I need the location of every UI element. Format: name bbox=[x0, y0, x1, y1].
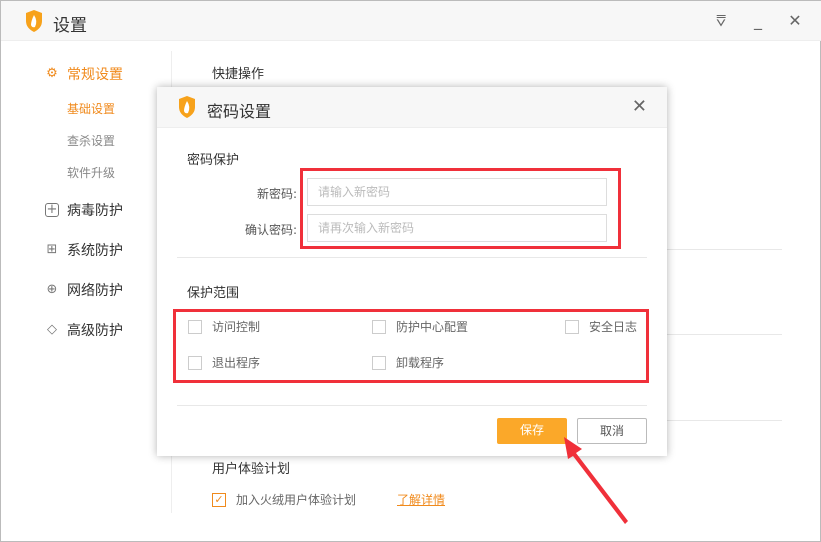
quick-ops-title: 快捷操作 bbox=[212, 67, 265, 82]
checkbox-label: 访问控制 bbox=[212, 320, 261, 334]
scope-security-log[interactable]: 安全日志 bbox=[565, 318, 637, 335]
sidebar-item-label: 高级防护 bbox=[67, 323, 123, 339]
sidebar-item-scan[interactable]: 查杀设置 bbox=[67, 132, 115, 149]
checkbox bbox=[565, 319, 579, 334]
checkbox bbox=[188, 355, 202, 370]
dialog-header: 密码设置 ✕ bbox=[157, 87, 667, 128]
confirm-password-input[interactable] bbox=[307, 214, 607, 242]
ux-plan-checkbox[interactable]: ✓ 加入火绒用户体验计划 bbox=[212, 491, 356, 508]
globe-icon: ⊕ bbox=[46, 282, 58, 297]
sidebar-item-label: 系统防护 bbox=[67, 243, 123, 259]
dropdown-menu-icon[interactable]: ⩢ bbox=[711, 11, 731, 31]
sidebar-item-general[interactable]: ⚙ 常规设置 bbox=[45, 64, 123, 84]
settings-window: 设置 ⩢ _ ✕ ⚙ 常规设置 基础设置 查杀设置 软件升级 + 病毒防护 ⊞ 系统防… bbox=[0, 0, 821, 542]
sidebar-item-label: 网络防护 bbox=[67, 283, 123, 299]
sidebar-item-virus[interactable]: + 病毒防护 bbox=[45, 200, 123, 220]
checkbox-label: 退出程序 bbox=[212, 356, 261, 370]
checkbox-label: 安全日志 bbox=[589, 320, 638, 334]
checkbox-label: 加入火绒用户体验计划 bbox=[236, 493, 357, 507]
sidebar-item-upgrade[interactable]: 软件升级 bbox=[67, 164, 115, 181]
scope-section-title: 保护范围 bbox=[187, 286, 240, 301]
sidebar-item-basic[interactable]: 基础设置 bbox=[67, 100, 115, 117]
learn-more-link[interactable]: 了解详情 bbox=[397, 491, 445, 508]
dialog-title: 密码设置 bbox=[207, 102, 272, 121]
new-password-label: 新密码: bbox=[256, 187, 297, 201]
checkbox bbox=[372, 355, 386, 370]
dialog-close-icon[interactable]: ✕ bbox=[632, 96, 647, 117]
scope-access-control[interactable]: 访问控制 bbox=[188, 318, 260, 335]
sidebar-item-label: 常规设置 bbox=[67, 67, 123, 83]
grid-icon: ⊞ bbox=[46, 242, 58, 257]
scope-exit-program[interactable]: 退出程序 bbox=[188, 354, 260, 371]
ux-plan-title: 用户体验计划 bbox=[212, 462, 291, 477]
title-bar: 设置 ⩢ _ ✕ bbox=[1, 1, 821, 41]
scope-uninstall[interactable]: 卸载程序 bbox=[372, 354, 444, 371]
sidebar-item-network[interactable]: ⊕ 网络防护 bbox=[45, 280, 123, 300]
app-logo-icon bbox=[26, 10, 42, 32]
window-title: 设置 bbox=[53, 16, 87, 36]
annotation-arrow-icon bbox=[564, 437, 628, 524]
divider bbox=[177, 405, 647, 406]
close-icon[interactable]: ✕ bbox=[785, 11, 805, 31]
sidebar-item-system[interactable]: ⊞ 系统防护 bbox=[45, 240, 123, 260]
scope-center-config[interactable]: 防护中心配置 bbox=[372, 318, 468, 335]
diamond-icon: ◇ bbox=[47, 322, 57, 337]
checkbox-label: 卸载程序 bbox=[396, 356, 445, 370]
gear-icon: ⚙ bbox=[46, 66, 58, 81]
checkbox bbox=[372, 319, 386, 334]
password-dialog: 密码设置 ✕ 密码保护 新密码: 确认密码: 保护范围 访问控制 防护中心配置 … bbox=[157, 87, 667, 456]
checkbox bbox=[188, 319, 202, 334]
plus-box-icon: + bbox=[45, 202, 59, 217]
sidebar-item-label: 病毒防护 bbox=[67, 203, 123, 219]
divider bbox=[177, 257, 647, 258]
sidebar-item-advanced[interactable]: ◇ 高级防护 bbox=[45, 320, 123, 340]
new-password-input[interactable] bbox=[307, 178, 607, 206]
checkbox-label: 防护中心配置 bbox=[396, 320, 469, 334]
app-logo-icon bbox=[179, 96, 195, 118]
confirm-password-label: 确认密码: bbox=[244, 223, 297, 237]
password-section-title: 密码保护 bbox=[187, 153, 240, 168]
check-icon: ✓ bbox=[212, 492, 226, 507]
minimize-icon[interactable]: _ bbox=[748, 11, 768, 31]
